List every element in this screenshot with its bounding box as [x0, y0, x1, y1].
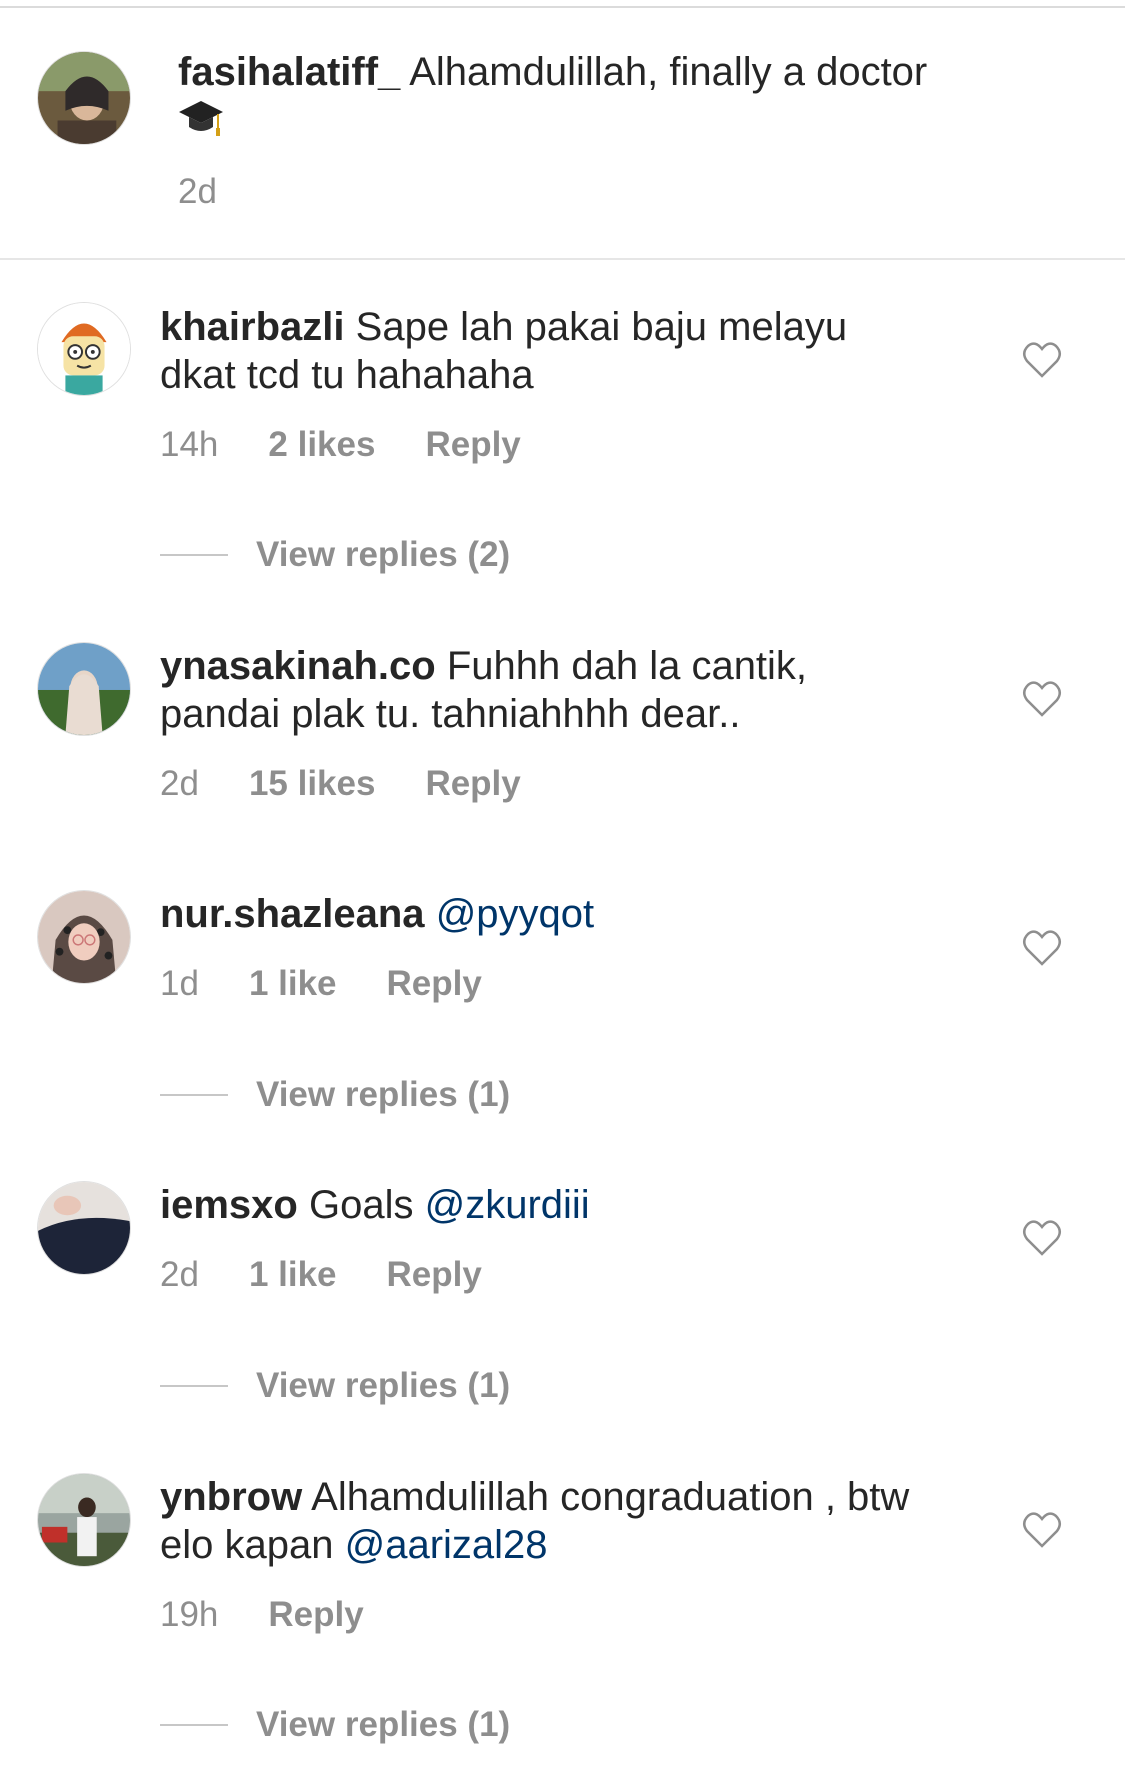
- view-replies-line: [160, 1094, 228, 1096]
- view-replies-line: [160, 1385, 228, 1387]
- comment-text: khairbazli Sape lah pakai baju melayu dk…: [160, 303, 920, 399]
- avatar-photo: [38, 1182, 130, 1274]
- comment-likes[interactable]: 15 likes: [249, 764, 376, 804]
- heart-icon[interactable]: [1022, 341, 1062, 379]
- graduation-cap-icon: [178, 97, 224, 141]
- caption-avatar[interactable]: [37, 51, 131, 145]
- view-replies-line: [160, 554, 228, 556]
- comment-meta: 2d 15 likes Reply: [160, 760, 521, 808]
- comment-meta: 1d 1 like Reply: [160, 960, 482, 1008]
- comment-avatar[interactable]: [37, 1473, 131, 1567]
- comment-meta: 14h 2 likes Reply: [160, 421, 521, 469]
- comment-mention[interactable]: @aarizal28: [345, 1523, 548, 1567]
- comment-mention[interactable]: @zkurdiii: [425, 1183, 590, 1227]
- view-replies-line: [160, 1724, 228, 1726]
- comment-likes[interactable]: 1 like: [249, 1255, 337, 1295]
- reply-button[interactable]: Reply: [425, 764, 520, 804]
- view-replies-label: View replies (1): [256, 1705, 511, 1744]
- caption-text: fasihalatiff_ Alhamdulillah, finally a d…: [178, 48, 938, 144]
- comment-likes[interactable]: 2 likes: [268, 425, 375, 465]
- top-divider: [0, 6, 1125, 8]
- comment-time: 19h: [160, 1595, 219, 1634]
- comment-username[interactable]: khairbazli: [160, 305, 345, 349]
- reply-button[interactable]: Reply: [387, 1255, 482, 1295]
- view-replies-button[interactable]: View replies (2): [160, 531, 510, 579]
- caption-time: 2d: [178, 172, 217, 211]
- comment-text: iemsxo Goals @zkurdiii: [160, 1181, 920, 1229]
- comment-likes[interactable]: 1 like: [249, 964, 337, 1004]
- caption-body: Alhamdulillah, finally a doctor: [409, 50, 928, 94]
- heart-icon[interactable]: [1022, 1511, 1062, 1549]
- avatar-cartoon: [38, 303, 130, 395]
- comment-meta: 19h Reply: [160, 1591, 364, 1639]
- comment-time: 1d: [160, 964, 199, 1003]
- avatar-photo: [38, 52, 130, 144]
- comment-avatar[interactable]: [37, 642, 131, 736]
- comment-avatar[interactable]: [37, 890, 131, 984]
- reply-button[interactable]: Reply: [387, 964, 482, 1004]
- caption-username[interactable]: fasihalatiff_: [178, 50, 400, 94]
- comment-username[interactable]: iemsxo: [160, 1183, 298, 1227]
- view-replies-button[interactable]: View replies (1): [160, 1701, 510, 1749]
- comment-time: 14h: [160, 425, 219, 464]
- view-replies-button[interactable]: View replies (1): [160, 1362, 510, 1410]
- caption-divider: [0, 258, 1125, 260]
- comment-username[interactable]: ynbrow: [160, 1475, 302, 1519]
- view-replies-button[interactable]: View replies (1): [160, 1071, 510, 1119]
- comment-text: nur.shazleana @pyyqot: [160, 890, 920, 938]
- comment-meta: 2d 1 like Reply: [160, 1251, 482, 1299]
- comment-time: 2d: [160, 1255, 199, 1294]
- heart-icon[interactable]: [1022, 929, 1062, 967]
- view-replies-label: View replies (1): [256, 1366, 511, 1405]
- avatar-photo: [38, 891, 130, 983]
- heart-icon[interactable]: [1022, 1219, 1062, 1257]
- comment-username[interactable]: ynasakinah.co: [160, 644, 436, 688]
- comment-avatar[interactable]: [37, 1181, 131, 1275]
- reply-button[interactable]: Reply: [425, 425, 520, 465]
- reply-button[interactable]: Reply: [268, 1595, 363, 1635]
- comment-text: ynbrow Alhamdulillah congraduation , btw…: [160, 1473, 920, 1569]
- comment-mention[interactable]: @pyyqot: [436, 892, 594, 936]
- heart-icon[interactable]: [1022, 680, 1062, 718]
- view-replies-label: View replies (1): [256, 1075, 511, 1114]
- comment-time: 2d: [160, 764, 199, 803]
- avatar-photo: [38, 1474, 130, 1566]
- avatar-photo: [38, 643, 130, 735]
- view-replies-label: View replies (2): [256, 535, 511, 574]
- comment-text: ynasakinah.co Fuhhh dah la cantik, panda…: [160, 642, 920, 738]
- comment-body: Goals: [308, 1183, 414, 1227]
- comment-avatar[interactable]: [37, 302, 131, 396]
- comment-username[interactable]: nur.shazleana: [160, 892, 425, 936]
